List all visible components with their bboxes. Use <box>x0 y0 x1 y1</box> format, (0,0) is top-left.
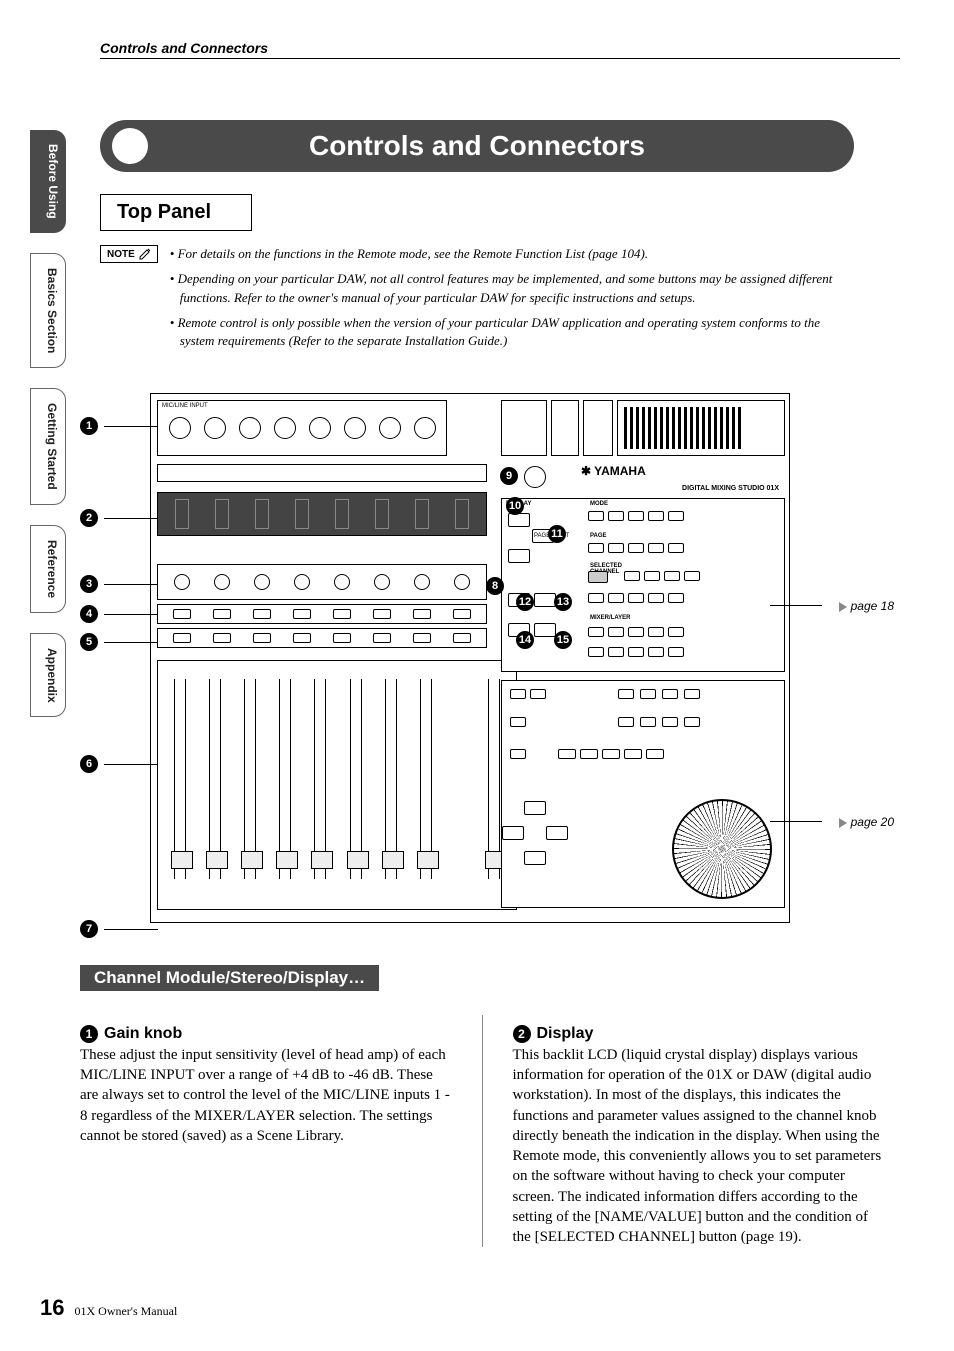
monitor-out <box>551 400 579 456</box>
jog-wheel <box>672 799 772 899</box>
column-rule <box>482 1015 483 1247</box>
channel-knob-row <box>157 564 487 600</box>
fader <box>174 679 186 879</box>
item1-body: These adjust the input sensitivity (leve… <box>80 1045 452 1146</box>
ch-knob <box>214 574 230 590</box>
transport-cluster <box>501 680 785 908</box>
page-title-text: Controls and Connectors <box>309 130 645 162</box>
tab-basics[interactable]: Basics Section <box>30 253 66 368</box>
gain-knob <box>309 417 331 439</box>
ch-knob <box>254 574 270 590</box>
mode-page-cluster: DISPLAY PAGE SHIFT MODE PAGE SELECTED CH… <box>501 498 785 672</box>
item1-head: 1 Gain knob <box>80 1023 452 1045</box>
col-left: 1 Gain knob These adjust the input sensi… <box>80 1015 452 1247</box>
fader <box>420 679 432 879</box>
ch-knob <box>294 574 310 590</box>
gain-knob <box>239 417 261 439</box>
item2-body: This backlit LCD (liquid crystal display… <box>513 1045 885 1248</box>
note-icon: NOTE <box>100 245 158 263</box>
doc-name: 01X Owner's Manual <box>74 1304 177 1319</box>
subhead-top-panel: Top Panel <box>100 194 252 231</box>
lcd-display <box>157 492 487 536</box>
phones-jack <box>583 400 613 456</box>
brand-text: YAMAHA <box>594 464 646 478</box>
ch-knob <box>334 574 350 590</box>
gain-label-row <box>157 464 487 482</box>
footer: 16 01X Owner's Manual <box>40 1295 177 1321</box>
sel-btn <box>173 609 191 619</box>
sel-button-row <box>157 604 487 624</box>
note-list: For details on the functions in the Remo… <box>170 245 854 357</box>
gain-knob <box>379 417 401 439</box>
gain-knob <box>169 417 191 439</box>
fader <box>244 679 256 879</box>
section-title: Channel Module/Stereo/Display… <box>80 965 379 991</box>
panel-outline: MIC/LINE INPUT <box>150 393 790 923</box>
page-ref-lower: page 20 <box>839 815 894 829</box>
page-number: 16 <box>40 1295 64 1321</box>
callout-num-2: 2 <box>513 1025 531 1043</box>
item1-title: Gain knob <box>104 1023 182 1045</box>
ch-knob <box>174 574 190 590</box>
item2-title: Display <box>537 1023 594 1045</box>
model-text: DIGITAL MIXING STUDIO 01X <box>682 485 779 492</box>
side-tabs: Before Using Basics Section Getting Star… <box>30 130 66 717</box>
mic-line-inputs: MIC/LINE INPUT <box>157 400 447 456</box>
stereo-aux-out <box>501 400 547 456</box>
mic-line-label: MIC/LINE INPUT <box>162 403 208 409</box>
gain-knob <box>274 417 296 439</box>
running-head: Controls and Connectors <box>100 40 268 56</box>
ch-knob <box>454 574 470 590</box>
pencil-icon <box>139 248 151 260</box>
vent <box>617 400 785 456</box>
gain-knob <box>204 417 226 439</box>
note-item: Depending on your particular DAW, not al… <box>170 270 854 308</box>
fader <box>350 679 362 879</box>
gain-knob <box>344 417 366 439</box>
page-title: Controls and Connectors <box>100 120 854 172</box>
fader <box>385 679 397 879</box>
stereo-fader <box>488 679 500 879</box>
note-item: For details on the functions in the Remo… <box>170 245 854 264</box>
top-panel-diagram: MIC/LINE INPUT <box>80 375 894 945</box>
tab-appendix[interactable]: Appendix <box>30 633 66 718</box>
ch-knob <box>374 574 390 590</box>
head-rule <box>100 58 900 59</box>
page-ref-upper: page 18 <box>839 599 894 613</box>
fader-bank <box>157 660 517 910</box>
note-item: Remote control is only possible when the… <box>170 314 854 352</box>
fader <box>314 679 326 879</box>
fader <box>279 679 291 879</box>
callout-num-1: 1 <box>80 1025 98 1043</box>
tab-before-using[interactable]: Before Using <box>30 130 66 233</box>
item2-head: 2 Display <box>513 1023 885 1045</box>
fader <box>209 679 221 879</box>
ch-knob <box>414 574 430 590</box>
col-right: 2 Display This backlit LCD (liquid cryst… <box>513 1015 885 1247</box>
brand-area: ✱ YAMAHA DIGITAL MIXING STUDIO 01X <box>581 462 781 492</box>
tab-getting-started[interactable]: Getting Started <box>30 388 66 505</box>
note-label: NOTE <box>107 249 135 260</box>
on-button-row <box>157 628 487 648</box>
tab-reference[interactable]: Reference <box>30 525 66 613</box>
gain-knob <box>414 417 436 439</box>
